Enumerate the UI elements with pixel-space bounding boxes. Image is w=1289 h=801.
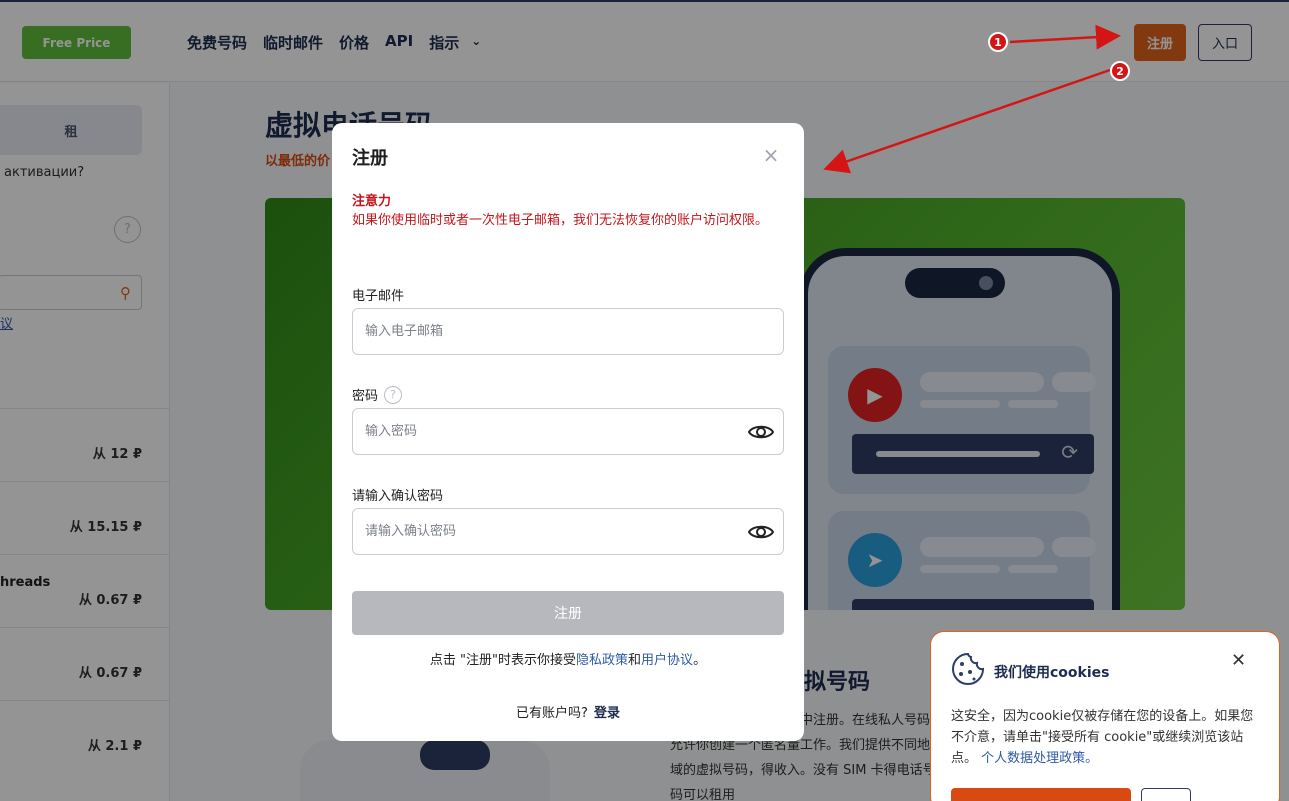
- annotation-badge-1: 1: [988, 32, 1008, 52]
- annotation-badge-2: 2: [1110, 61, 1130, 81]
- email-label: 电子邮件: [352, 285, 404, 304]
- have-account-row: 已有账户吗? 登录: [332, 702, 804, 721]
- privacy-policy-link[interactable]: 隐私政策: [576, 653, 628, 668]
- cookie-title: 我们使用cookies: [994, 665, 1110, 681]
- warning-title: 注意力: [352, 194, 392, 209]
- cookie-text: 这安全，因为cookie仅被存储在您的设备上。如果您不介意，请单击"接受所有 c…: [951, 706, 1263, 769]
- terms-and: 和: [628, 653, 642, 668]
- close-icon[interactable]: ×: [762, 145, 780, 165]
- user-agreement-link[interactable]: 用户协议: [641, 653, 693, 668]
- confirm-label-text: 请输入确认密码: [352, 489, 444, 504]
- confirm-password-field[interactable]: [352, 508, 784, 555]
- watermark: @稀土掘金技术社区: [1122, 773, 1248, 789]
- data-policy-link[interactable]: 个人数据处理政策。: [981, 751, 1098, 766]
- password-label-text: 密码: [352, 389, 379, 404]
- modal-title: 注册: [352, 148, 388, 169]
- accept-cookies-button[interactable]: [951, 788, 1131, 801]
- have-account-text: 已有账户吗?: [516, 706, 588, 721]
- register-submit-button[interactable]: 注册: [352, 591, 784, 635]
- eye-icon[interactable]: [748, 523, 774, 541]
- cookie-icon: [952, 652, 985, 685]
- warning-text: 如果你使用临时或者一次性电子邮箱，我们无法恢复你的账户访问权限。: [352, 213, 769, 228]
- password-label: 密码 ?: [352, 385, 403, 404]
- terms-prefix: 点击 "注册"时表示你接受: [429, 653, 577, 668]
- password-field[interactable]: [352, 408, 784, 455]
- help-icon[interactable]: ?: [384, 385, 403, 404]
- close-icon[interactable]: ✕: [1231, 650, 1246, 671]
- register-modal: 注册 × 注意力 如果你使用临时或者一次性电子邮箱，我们无法恢复你的账户访问权限…: [332, 123, 804, 741]
- eye-icon[interactable]: [748, 423, 774, 441]
- email-label-text: 电子邮件: [352, 289, 405, 304]
- login-link[interactable]: 登录: [594, 706, 620, 721]
- terms-suffix: 。: [693, 653, 707, 668]
- email-field[interactable]: [352, 308, 784, 355]
- terms-notice: 点击 "注册"时表示你接受隐私政策和用户协议。: [332, 649, 804, 668]
- confirm-password-label: 请输入确认密码: [352, 485, 443, 504]
